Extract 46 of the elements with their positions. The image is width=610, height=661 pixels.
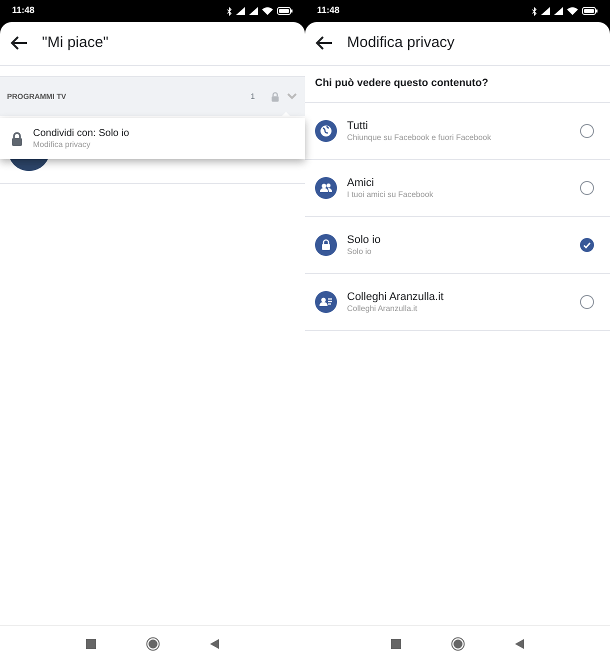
option-subtitle: Chiunque su Facebook e fuori Facebook	[347, 132, 492, 144]
home-button[interactable]	[451, 636, 465, 650]
section-count: 1	[250, 90, 255, 102]
chevron-down-icon	[287, 92, 297, 100]
screen-title: "Mi piace"	[42, 33, 109, 54]
lock-icon	[11, 132, 23, 146]
option-subtitle: I tuoi amici su Facebook	[347, 190, 434, 200]
back-arrow-icon	[315, 36, 333, 50]
radio-button[interactable]	[580, 181, 594, 195]
wifi-icon	[567, 7, 578, 15]
privacy-option[interactable]: Solo io Solo io	[305, 217, 610, 274]
option-subtitle: Colleghi Aranzulla.it	[347, 304, 418, 314]
friends-icon	[315, 177, 337, 199]
radio-button[interactable]	[580, 295, 594, 309]
question-text: Chi può vedere questo contenuto?	[305, 66, 610, 103]
recents-button[interactable]	[391, 638, 401, 648]
contact-list-icon	[315, 291, 337, 313]
popup-title: Condividi con: Solo io	[33, 128, 130, 140]
option-title: Amici	[347, 176, 375, 190]
option-title: Colleghi Aranzulla.it	[347, 290, 445, 304]
status-time: 11:48	[317, 4, 340, 18]
back-nav-button[interactable]	[210, 638, 219, 648]
lock-icon	[315, 234, 337, 256]
privacy-option[interactable]: Colleghi Aranzulla.it Colleghi Aranzulla.it	[305, 274, 610, 331]
radio-button[interactable]	[580, 124, 594, 138]
status-time: 11:48	[12, 4, 35, 18]
home-button[interactable]	[146, 636, 160, 650]
bluetooth-icon	[532, 6, 537, 16]
battery-icon	[582, 7, 598, 15]
option-subtitle: Solo io	[347, 246, 372, 258]
back-nav-button[interactable]	[515, 638, 524, 648]
battery-icon	[277, 7, 293, 15]
check-icon	[583, 242, 591, 248]
option-title: Tutti	[347, 118, 369, 133]
option-title: Solo io	[347, 232, 382, 247]
privacy-option[interactable]: Tutti Chiunque su Facebook e fuori Facebook	[305, 103, 610, 160]
screen-title: Modifica privacy	[347, 33, 455, 54]
radio-button[interactable]	[580, 238, 594, 252]
recents-button[interactable]	[86, 638, 96, 648]
popup-subtitle: Modifica privacy	[33, 140, 92, 150]
wifi-icon	[262, 7, 273, 15]
privacy-option[interactable]: Amici I tuoi amici su Facebook	[305, 160, 610, 217]
privacy-popup[interactable]: Condividi con: Solo io Modifica privacy	[0, 118, 305, 159]
bluetooth-icon	[227, 6, 232, 16]
back-arrow-icon	[10, 36, 28, 50]
lock-icon	[271, 92, 279, 102]
